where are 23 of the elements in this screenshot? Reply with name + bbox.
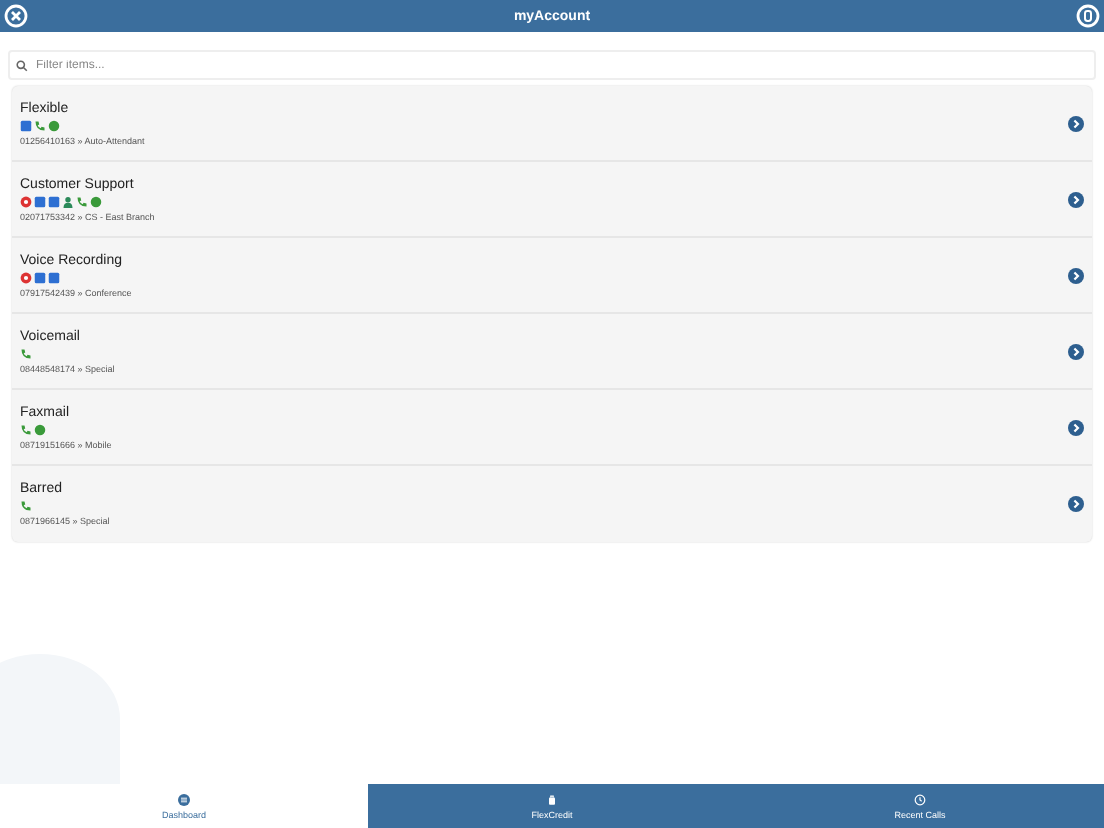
power-icon[interactable] <box>1076 4 1100 28</box>
message-icon <box>48 119 60 131</box>
chevron-icon[interactable] <box>1068 496 1084 512</box>
phone-icon <box>20 423 32 435</box>
bag-icon <box>546 793 558 805</box>
square-icon <box>20 119 32 131</box>
phone-icon <box>20 500 32 512</box>
chevron-icon[interactable] <box>1068 115 1084 131</box>
chevron-icon[interactable] <box>1068 343 1084 359</box>
chevron-icon[interactable] <box>1068 419 1084 435</box>
close-icon[interactable] <box>4 4 28 28</box>
record-icon <box>20 195 32 207</box>
user-icon <box>62 195 74 207</box>
message-icon <box>34 423 46 435</box>
record-icon <box>20 271 32 283</box>
message-icon <box>90 195 102 207</box>
clock-icon <box>914 793 926 805</box>
phone-icon <box>34 119 46 131</box>
phone-icon <box>76 195 88 207</box>
chevron-icon[interactable] <box>1068 191 1084 207</box>
phone-icon <box>20 347 32 359</box>
dashboard-icon <box>178 793 190 805</box>
chevron-icon[interactable] <box>1068 267 1084 283</box>
